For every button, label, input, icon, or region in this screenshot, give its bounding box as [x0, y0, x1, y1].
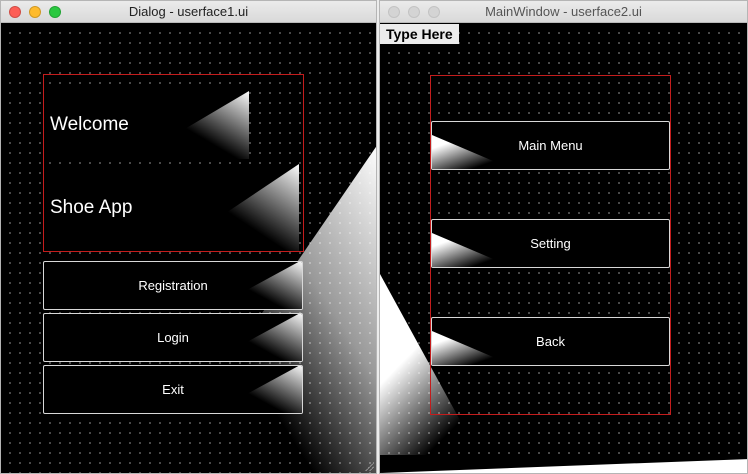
- back-button[interactable]: Back: [431, 317, 670, 366]
- welcome-label: Welcome: [44, 91, 249, 159]
- main-menu-button[interactable]: Main Menu: [431, 121, 670, 170]
- close-icon[interactable]: [9, 6, 21, 18]
- mainwindow-titlebar[interactable]: MainWindow - userface2.ui: [380, 1, 747, 23]
- window-controls: [9, 6, 61, 18]
- dialog-form-canvas[interactable]: Welcome Shoe App Registration Login Exit: [1, 24, 376, 473]
- mainwindow-form-canvas[interactable]: Type Here Main Menu Setting Back: [380, 24, 747, 473]
- mainwindow-window: MainWindow - userface2.ui Type Here Main…: [379, 0, 748, 474]
- registration-button[interactable]: Registration: [43, 261, 303, 310]
- menu-type-here[interactable]: Type Here: [380, 24, 459, 44]
- zoom-icon[interactable]: [49, 6, 61, 18]
- shoe-app-label: Shoe App: [44, 164, 299, 251]
- login-button[interactable]: Login: [43, 313, 303, 362]
- exit-button[interactable]: Exit: [43, 365, 303, 414]
- status-bar-shade: [380, 455, 747, 473]
- window-controls: [388, 6, 440, 18]
- mainwindow-title: MainWindow - userface2.ui: [485, 4, 642, 19]
- zoom-icon[interactable]: [428, 6, 440, 18]
- dialog-window: Dialog - userface1.ui Welcome Shoe App R…: [0, 0, 377, 474]
- dialog-title: Dialog - userface1.ui: [128, 4, 249, 19]
- resize-grip-icon[interactable]: [364, 461, 374, 471]
- close-icon[interactable]: [388, 6, 400, 18]
- setting-button[interactable]: Setting: [431, 219, 670, 268]
- minimize-icon[interactable]: [29, 6, 41, 18]
- dialog-titlebar[interactable]: Dialog - userface1.ui: [1, 1, 376, 23]
- minimize-icon[interactable]: [408, 6, 420, 18]
- status-bar: [380, 455, 747, 473]
